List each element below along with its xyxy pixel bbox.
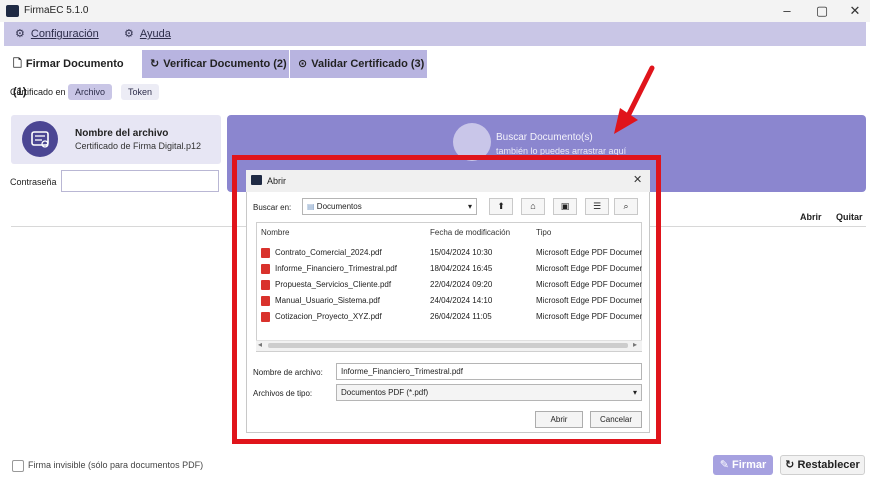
home-icon[interactable]: ⌂ [521,198,545,215]
chevron-down-icon: ▾ [632,388,637,397]
file-type: Microsoft Edge PDF Document [536,280,642,289]
file-type: Microsoft Edge PDF Document [536,312,642,321]
refresh-icon: ↻ [150,58,160,70]
scrollbar-thumb[interactable] [268,343,628,348]
sign-button[interactable]: ✎ Firmar [713,455,773,475]
refresh-icon: ↻ [785,459,795,471]
file-date: 18/04/2024 16:45 [430,264,493,273]
file-date: 24/04/2024 14:10 [430,296,493,305]
filename-label: Nombre de archivo: [253,368,323,377]
menu-ayuda[interactable]: ⚙ Ayuda [124,22,171,46]
search-panel-title: Buscar Documento(s) [496,132,593,143]
file-panel-title: Nombre del archivo [75,128,169,139]
pdf-file-icon [261,296,270,306]
app-logo-icon [6,5,19,17]
gear-icon: ⚙ [15,28,25,40]
dialog-title: Abrir [267,176,287,186]
invisible-signature-label: Firma invisible (sólo para documentos PD… [28,460,204,470]
quit-link[interactable]: Quitar [836,212,863,222]
menu-ayuda-label: Ayuda [139,28,171,40]
file-name: Informe_Financiero_Trimestral.pdf [275,264,397,274]
filetype-label: Archivos de tipo: [253,389,313,398]
file-date: 26/04/2024 11:05 [430,312,492,321]
file-name: Manual_Usuario_Sistema.pdf [275,296,380,306]
cert-label: Certificado en [10,87,66,97]
menu-configuracion[interactable]: ⚙ Configuración [15,22,99,46]
file-name: Propuesta_Servicios_Cliente.pdf [275,280,392,290]
scroll-left-icon[interactable]: ◂ [258,340,262,349]
column-header-type[interactable]: Tipo [536,228,551,237]
look-in-label: Buscar en: [253,203,292,212]
maximize-icon[interactable]: ▢ [811,2,833,20]
pdf-file-icon [261,312,270,322]
look-in-select[interactable]: ▤ Documentos ▾ [302,198,477,215]
file-type: Microsoft Edge PDF Document [536,264,642,273]
file-date: 15/04/2024 10:30 [430,248,493,257]
check-circle-icon: ⊙ [298,58,308,70]
file-panel-subtitle: Certificado de Firma Digital.p12 [75,141,202,151]
tab-validar-label: Validar Certificado (3) [311,58,425,70]
cert-option-token[interactable]: Token [121,84,160,100]
tab-verificar-documento[interactable]: ↻ Verificar Documento (2) [142,50,289,78]
filetype-value: Documentos PDF (*.pdf) [341,388,429,397]
reset-button-label: Restablecer [797,459,860,471]
filetype-select[interactable]: Documentos PDF (*.pdf) ▾ [336,384,642,401]
annotation-arrow-icon [614,65,655,134]
sign-button-label: Firmar [732,459,767,471]
document-sign-icon: 🗋 [13,58,22,70]
pdf-file-icon [261,264,270,274]
tab-validar-certificado[interactable]: ⊙ Validar Certificado (3) [290,50,427,78]
tab-firmar-documento[interactable]: 🗋 Firmar Documento (1) [13,50,139,98]
close-icon[interactable]: ✕ [844,2,866,20]
dialog-open-button[interactable]: Abrir [535,411,583,428]
file-type: Microsoft Edge PDF Document [536,296,642,305]
chevron-down-icon: ▾ [467,202,472,211]
dialog-title-bar [246,170,650,192]
title-bar [0,0,870,22]
file-name: Cotizacion_Proyecto_XYZ.pdf [275,312,382,322]
details-view-icon[interactable]: ⌕ [614,198,638,215]
look-in-value: Documentos [316,202,362,211]
file-date: 22/04/2024 09:20 [430,280,493,289]
cert-option-archivo[interactable]: Archivo [68,84,113,100]
pdf-file-icon [261,280,270,290]
reset-button[interactable]: ↻ Restablecer [780,455,865,475]
new-folder-icon[interactable]: ▣ [553,198,577,215]
file-name: Contrato_Comercial_2024.pdf [275,248,382,258]
pdf-file-icon [261,248,270,258]
column-header-date[interactable]: Fecha de modificación [430,228,510,237]
column-header-name[interactable]: Nombre [261,228,289,237]
menu-configuracion-label: Configuración [30,28,99,40]
list-view-icon[interactable]: ☰ [585,198,609,215]
minimize-icon[interactable]: – [776,2,798,20]
password-input[interactable] [61,170,219,192]
dialog-close-icon[interactable]: ✕ [633,173,642,186]
folder-icon: ▤ [307,202,315,211]
up-folder-icon[interactable]: ⬆ [489,198,513,215]
open-link[interactable]: Abrir [800,212,822,222]
gear-icon: ⚙ [124,28,134,40]
dialog-cancel-button[interactable]: Cancelar [590,411,642,428]
password-label: Contraseña [10,177,57,187]
dialog-app-icon [251,175,262,185]
certificate-icon [22,121,58,157]
invisible-signature-checkbox[interactable] [12,460,24,472]
filename-input[interactable]: Informe_Financiero_Trimestral.pdf [336,363,642,380]
tab-verificar-label: Verificar Documento (2) [163,58,287,70]
file-type: Microsoft Edge PDF Document [536,248,642,257]
scroll-right-icon[interactable]: ▸ [633,340,637,349]
window-title: FirmaEC 5.1.0 [24,5,89,16]
pen-icon: ✎ [719,459,729,471]
